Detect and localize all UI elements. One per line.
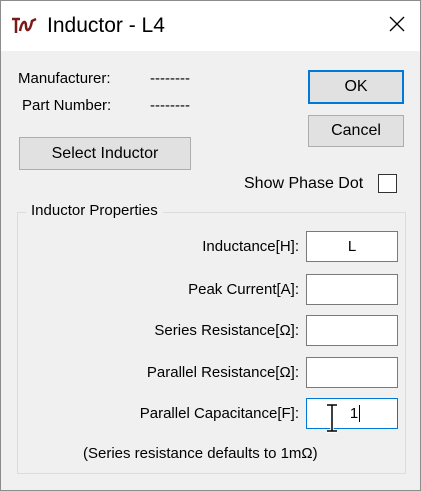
close-button[interactable] [381,11,413,41]
parallel-capacitance-label: Parallel Capacitance[F]: [139,405,299,422]
inductance-value: L [347,238,357,255]
window-title: Inductor - L4 [47,14,165,37]
peak-current-field[interactable] [306,274,398,305]
series-resistance-label: Series Resistance[Ω]: [154,322,299,339]
series-resistance-note: (Series resistance defaults to 1mΩ) [83,445,318,462]
inductor-properties-title: Inductor Properties [26,202,163,220]
show-phase-dot-label: Show Phase Dot [244,175,364,192]
select-inductor-button[interactable]: Select Inductor [19,137,191,170]
part-number-label: Part Number: [22,97,112,114]
close-icon [389,16,405,37]
manufacturer-value: -------- [150,70,190,87]
parallel-resistance-label: Parallel Resistance[Ω]: [146,364,299,381]
title-bar: Inductor - L4 [1,1,420,51]
text-caret [359,405,361,422]
peak-current-label: Peak Current[A]: [188,281,299,298]
inductance-field[interactable]: L [306,231,398,262]
ok-button[interactable]: OK [308,70,404,104]
series-resistance-field[interactable] [306,315,398,346]
cancel-button[interactable]: Cancel [308,115,404,147]
show-phase-dot-checkbox[interactable] [378,174,397,193]
parallel-capacitance-value: 1 [349,405,359,422]
parallel-capacitance-field[interactable]: 1 [306,398,398,429]
ibeam-cursor-icon [325,403,339,433]
part-number-value: -------- [150,97,190,114]
inductance-label: Inductance[H]: [202,238,299,255]
inductor-dialog: Inductor - L4 Manufacturer: -------- Par… [0,0,421,491]
inductor-app-icon [11,16,37,36]
manufacturer-label: Manufacturer: [18,70,111,87]
parallel-resistance-field[interactable] [306,357,398,388]
